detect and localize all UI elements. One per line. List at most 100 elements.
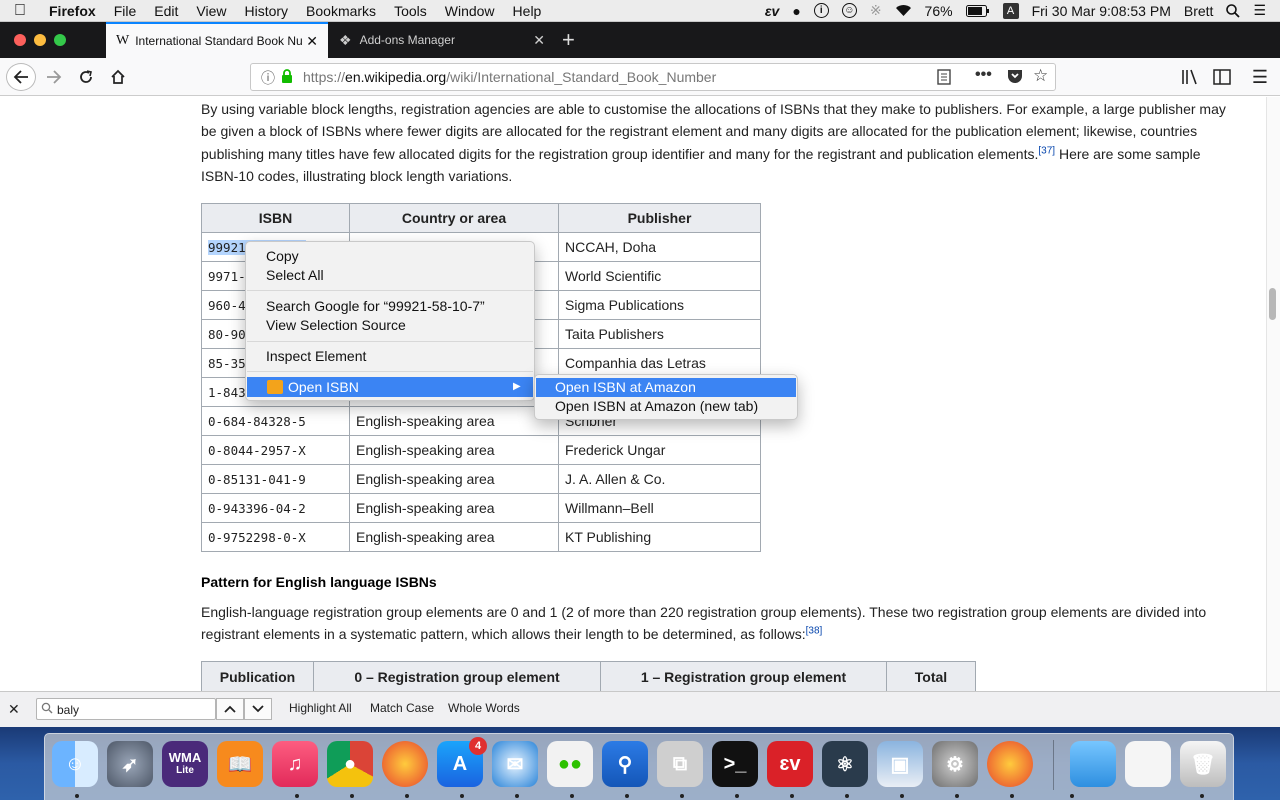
sidebar-icon: [1213, 69, 1231, 85]
submenu-open-isbn-amazon[interactable]: Open ISBN at Amazon: [555, 377, 696, 397]
running-indicator: [1200, 794, 1204, 798]
publisher-cell: Sigma Publications: [558, 290, 761, 320]
running-indicator: [1010, 794, 1014, 798]
menu-window[interactable]: Window: [436, 3, 504, 19]
context-menu-view-selection-source[interactable]: View Selection Source: [266, 315, 406, 335]
library-button[interactable]: [1176, 65, 1204, 89]
forward-button[interactable]: [40, 65, 68, 89]
menubar-clock[interactable]: Fri 30 Mar 9:08:53 PM: [1032, 3, 1171, 19]
accessibility-icon[interactable]: ☺: [841, 3, 857, 18]
isbn-cell-text: 0-684-84328-5: [208, 413, 306, 429]
launchpad-icon[interactable]: ➶: [107, 741, 153, 787]
trash-icon[interactable]: 🗑: [1180, 741, 1226, 787]
site-info-icon[interactable]: ⓘ: [261, 68, 275, 88]
ibooks-icon[interactable]: 📖: [217, 741, 263, 787]
match-case-toggle[interactable]: Match Case: [370, 701, 434, 715]
url-text[interactable]: https://en.wikipedia.org/wiki/Internatio…: [303, 69, 716, 85]
menu-view[interactable]: View: [187, 3, 235, 19]
isbn-cell-text: 0-85131-041-9: [208, 471, 306, 487]
bookmark-star-icon[interactable]: ☆: [1033, 66, 1048, 86]
isbn-cell: 0-684-84328-5: [201, 406, 350, 436]
url-path: /wiki/International_Standard_Book_Number: [446, 69, 717, 85]
context-menu-select-all[interactable]: Select All: [266, 265, 324, 285]
find-next-button[interactable]: [244, 698, 272, 720]
window-zoom-button[interactable]: [54, 34, 66, 46]
firefox-dev-icon[interactable]: [987, 741, 1033, 787]
document-icon[interactable]: [1125, 741, 1171, 787]
submenu-open-isbn-amazon-new-tab[interactable]: Open ISBN at Amazon (new tab): [555, 396, 758, 416]
menu-help[interactable]: Help: [504, 3, 551, 19]
itunes-icon[interactable]: ♫: [272, 741, 318, 787]
context-menu-open-isbn[interactable]: Open ISBN ▶: [247, 377, 533, 397]
apple-menu-icon[interactable]: : [0, 2, 40, 20]
finder-icon[interactable]: ☺: [52, 741, 98, 787]
battery-icon[interactable]: [965, 4, 990, 17]
notification-center-icon[interactable]: ☰: [1253, 2, 1266, 19]
new-tab-button[interactable]: +: [562, 22, 584, 58]
find-previous-button[interactable]: [216, 698, 244, 720]
wechat-status-icon[interactable]: ●: [792, 3, 800, 19]
system-preferences-icon[interactable]: ⚙: [932, 741, 978, 787]
firefox-icon[interactable]: [382, 741, 428, 787]
reference-link[interactable]: [38]: [806, 626, 823, 637]
chrome-icon[interactable]: ●: [327, 741, 373, 787]
expressvpn-status-icon[interactable]: ɛv: [765, 3, 780, 19]
highlight-all-toggle[interactable]: Highlight All: [289, 701, 352, 715]
puzzle-piece-icon: ❖: [339, 31, 352, 48]
menu-file[interactable]: File: [105, 3, 146, 19]
secure-lock-icon: [281, 69, 293, 86]
vertical-scrollbar[interactable]: [1266, 97, 1280, 691]
preview-icon[interactable]: ▣: [877, 741, 923, 787]
app-menu-button[interactable]: ☰: [1246, 65, 1274, 89]
publisher-cell-text: Companhia das Letras: [565, 355, 706, 371]
atom-icon[interactable]: ⚛: [822, 741, 868, 787]
input-source-icon[interactable]: A: [1002, 2, 1019, 19]
thunderbird-icon[interactable]: ✉: [492, 741, 538, 787]
find-input[interactable]: baly: [36, 698, 216, 720]
wechat-icon[interactable]: ●●: [547, 741, 593, 787]
url-bar[interactable]: ⓘ https://en.wikipedia.org/wiki/Internat…: [250, 63, 1056, 91]
bluetooth-icon[interactable]: ※: [870, 2, 882, 19]
context-menu-search-google[interactable]: Search Google for “99921-58-10-7”: [266, 296, 485, 316]
window-minimize-button[interactable]: [34, 34, 46, 46]
migration-icon[interactable]: ⧉: [657, 741, 703, 787]
column-header-publication: Publication: [201, 661, 314, 691]
info-status-icon[interactable]: i: [813, 3, 829, 18]
tab-wikipedia-isbn[interactable]: W International Standard Book Nu ✕: [106, 22, 328, 58]
menu-tools[interactable]: Tools: [385, 3, 436, 19]
menubar-user[interactable]: Brett: [1184, 3, 1214, 19]
context-menu-copy[interactable]: Copy: [266, 246, 299, 266]
tab-close-icon[interactable]: ✕: [306, 33, 318, 50]
sidebar-button[interactable]: [1208, 65, 1236, 89]
page-actions-icon[interactable]: •••: [975, 66, 992, 84]
context-menu-inspect-element[interactable]: Inspect Element: [266, 346, 366, 366]
terminal-icon[interactable]: >_: [712, 741, 758, 787]
menu-bookmarks[interactable]: Bookmarks: [297, 3, 385, 19]
folder-icon[interactable]: [1070, 741, 1116, 787]
home-button[interactable]: [104, 65, 132, 89]
menu-history[interactable]: History: [235, 3, 297, 19]
isbn-cell-text: 0-8044-2957-X: [208, 442, 306, 458]
whole-words-toggle[interactable]: Whole Words: [448, 701, 520, 715]
spotlight-search-icon[interactable]: [1226, 3, 1241, 18]
reload-button[interactable]: [72, 65, 100, 89]
wifi-icon[interactable]: [895, 4, 912, 17]
menu-edit[interactable]: Edit: [145, 3, 187, 19]
tab-close-icon[interactable]: ✕: [533, 32, 545, 49]
publisher-cell-text: KT Publishing: [565, 529, 652, 545]
reader-view-icon[interactable]: [937, 69, 951, 88]
scrollbar-thumb[interactable]: [1269, 288, 1276, 320]
expressvpn-icon[interactable]: ɛv: [767, 741, 813, 787]
wma-lite-icon[interactable]: WMA Lite: [162, 741, 208, 787]
reference-link[interactable]: [37]: [1038, 145, 1055, 156]
find-bar-close-icon[interactable]: ✕: [8, 701, 20, 718]
running-indicator: [900, 794, 904, 798]
running-indicator: [790, 794, 794, 798]
pocket-icon[interactable]: [1007, 69, 1023, 87]
menu-app-name[interactable]: Firefox: [40, 3, 105, 19]
back-button[interactable]: [6, 63, 36, 91]
window-close-button[interactable]: [14, 34, 26, 46]
tab-addons-manager[interactable]: ❖ Add-ons Manager ✕: [329, 22, 555, 58]
maps-pin-icon[interactable]: ⚲: [602, 741, 648, 787]
app-store-icon[interactable]: A4: [437, 737, 487, 787]
